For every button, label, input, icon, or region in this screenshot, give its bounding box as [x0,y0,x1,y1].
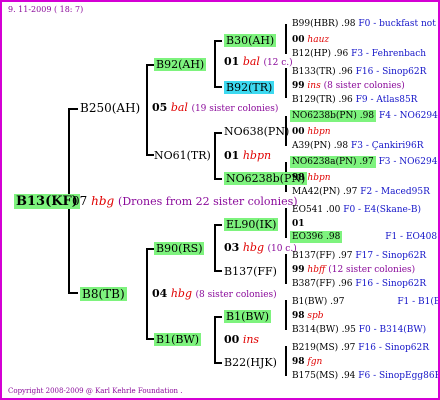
sire-ab-queen[interactable]: B92(TR) [224,81,275,94]
dam-aa-breeder: hbg [242,241,264,254]
connector [285,346,287,376]
connector [214,224,222,226]
pedigree-chart-frame: { "header_date": "9. 11-2009 ( 18: 7)", … [0,0,440,400]
sire-generation: 05 [152,101,168,114]
sire-aa-breeder: bal [242,55,260,68]
sire-breeder: bal [170,101,188,114]
sire-aa-generation: 01 [224,55,240,68]
connector [214,40,216,88]
leaf: 99 hbff (12 sister colonies) [292,265,416,275]
leaf: B219(MS) .97 F16 - Sinop62R [292,343,429,353]
dam-ab-queen[interactable]: B137(FF) [224,266,277,277]
connector [146,248,154,250]
dam-breeder: hbg [170,287,192,300]
footer-copyright: Copyright 2008-2009 @ Karl Kehrle Founda… [8,387,183,395]
leaf: B387(FF) .96 F16 - Sinop62R [292,279,427,289]
connector [214,132,216,180]
sire-a-queen[interactable]: B92(AH) [154,58,207,71]
connector [214,224,216,272]
root-breeder: hbg [91,194,115,208]
connector [214,86,222,88]
sire-note: (19 sister colonies) [191,104,279,114]
header-date: 9. 11-2009 ( 18: 7) [8,5,84,14]
leaf: 98 spb [292,311,324,321]
leaf: NO6238b(PN) .98 F4 - NO6294R [290,110,440,122]
connector [285,68,287,98]
root-note: (Drones from 22 sister colonies) [118,195,298,208]
leaf: MA42(PN) .97 F2 - Maced95R [292,187,430,197]
leaf: 99 ins (8 sister colonies) [292,81,405,91]
dam-ba-queen[interactable]: B1(BW) [224,310,272,323]
leaf: EO396 .98 F1 - EO408 [290,231,438,243]
sire-ba-generation: 01 [224,149,240,162]
sire-aa-note: (12 c.) [263,58,293,68]
leaf: A39(PN) .98 F3 - Çankiri96R [292,141,424,151]
connector [214,40,222,42]
connector [146,64,148,156]
dam-aa-generation: 03 [224,241,240,254]
connector [146,338,154,340]
leaf: B12(HP) .96 F3 - Fehrenbach [292,49,427,59]
connector [214,316,216,364]
leaf: B314(BW) .95 F0 - B314(BW) [292,325,427,335]
leaf: 98 fgn [292,357,323,367]
leaf: 01 [292,219,305,229]
sire-b-queen[interactable]: NO61(TR) [154,150,211,161]
leaf: B1(BW) .97 F1 - B1(BW) [292,297,440,307]
leaf: B129(TR) .96 F9 - Atlas85R [292,95,418,105]
dam-queen[interactable]: B8(TB) [80,287,127,301]
connector [214,316,222,318]
connector [285,254,287,284]
leaf: B137(FF) .97 F17 - Sinop62R [292,251,427,261]
leaf: EO541 .00 F0 - E4(Skane-B) [292,205,422,215]
leaf: NO6238a(PN) .97 F3 - NO6294R [290,156,440,168]
connector [146,64,154,66]
connector [214,132,222,134]
connector [214,362,222,364]
leaf: B175(MS) .94 F6 - SinopEgg86R [292,371,440,381]
connector [285,24,287,54]
dam-generation: 04 [152,287,168,300]
dam-aa-queen[interactable]: EL90(IK) [224,218,279,231]
dam-b-queen[interactable]: B1(BW) [154,333,202,346]
root-generation: 07 [72,194,88,208]
sire-aa-queen[interactable]: B30(AH) [224,34,277,47]
leaf: B99(HBR) .98 F0 - buckfast not [292,19,436,29]
leaf: 98 hbpn [292,173,331,183]
sire-queen[interactable]: B250(AH) [80,102,140,114]
leaf: 00 hbpn [292,127,331,137]
connector [68,108,78,110]
sire-ba-breeder: hbpn [242,149,272,162]
leaf: B133(TR) .96 F16 - Sinop62R [292,67,427,77]
dam-ba-generation: 00 [224,333,240,346]
connector [214,270,222,272]
leaf: 00 hauz [292,35,330,45]
root-queen[interactable]: B13(KF) [14,194,80,209]
connector [285,300,287,330]
dam-bb-queen[interactable]: B22(HJK) [224,357,277,368]
connector [146,248,148,340]
dam-ba-breeder: ins [242,333,260,346]
dam-a-queen[interactable]: B90(RS) [154,242,205,255]
connector [68,292,78,294]
connector [146,154,154,156]
connector [285,208,287,238]
dam-note: (8 sister colonies) [195,290,277,300]
sire-ba-queen[interactable]: NO638(PN) [224,126,289,137]
connector [214,178,222,180]
